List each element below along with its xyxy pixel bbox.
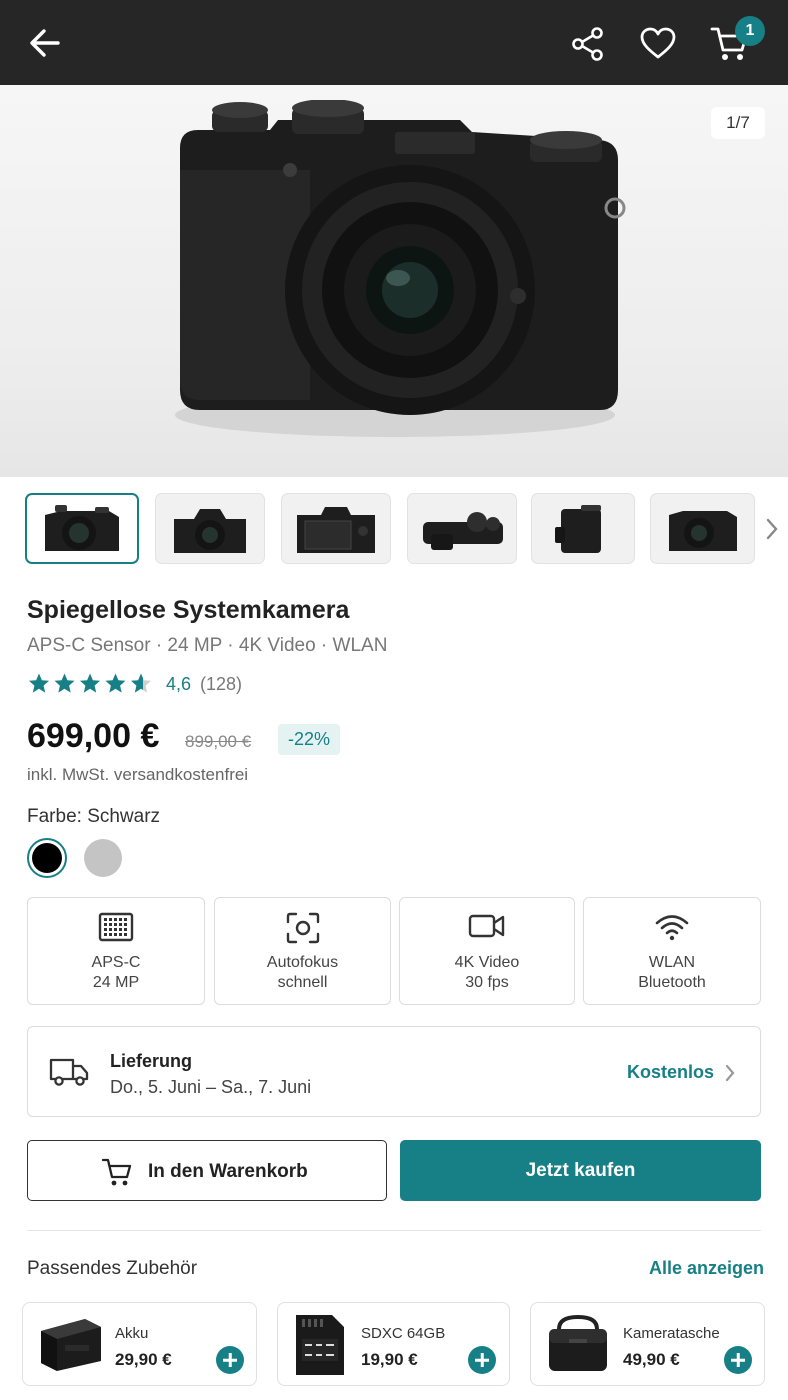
battery-image xyxy=(41,1319,101,1371)
camera-thumbnail-icon xyxy=(668,510,737,551)
autofocus-icon xyxy=(286,912,319,944)
top-bar: 1 xyxy=(0,0,788,85)
feature-video: 4K Video 30 fps xyxy=(399,897,575,1005)
current-price: 699,00 € xyxy=(27,717,160,755)
camera-bag-image xyxy=(549,1314,607,1371)
delivery-info[interactable]: Lieferung Do., 5. Juni – Sa., 7. Juni Ko… xyxy=(27,1026,761,1117)
feature-label: Autofokus xyxy=(266,954,339,971)
color-label: Farbe: Schwarz xyxy=(27,806,161,827)
add-accessory-button[interactable] xyxy=(216,1346,244,1374)
delivery-price: Kostenlos xyxy=(626,1062,714,1082)
accessory-price: 19,90 € xyxy=(361,1350,418,1369)
shopping-cart-icon xyxy=(101,1158,132,1186)
camera-thumbnail-icon xyxy=(174,508,246,553)
feature-sublabel: Bluetooth xyxy=(638,974,706,991)
sd-card-image xyxy=(296,1315,344,1375)
buy-now-label: Jetzt kaufen xyxy=(525,1160,636,1181)
accessory-card-sd[interactable]: SDXC 64GB 19,90 € xyxy=(277,1302,510,1386)
accessories-title: Passendes Zubehör xyxy=(27,1258,198,1279)
feature-label: 4K Video xyxy=(454,954,520,971)
thumbnail-5[interactable] xyxy=(531,493,635,564)
thumbnail-6[interactable] xyxy=(650,493,755,564)
product-title: Spiegellose Systemkamera xyxy=(27,596,350,624)
image-counter: 1/7 xyxy=(711,107,765,139)
share-icon[interactable] xyxy=(570,26,606,62)
add-to-cart-label: In den Warenkorb xyxy=(148,1161,308,1182)
rating-value[interactable]: 4,6 xyxy=(166,674,191,695)
star-icon xyxy=(80,673,100,693)
color-swatch-black[interactable] xyxy=(27,838,67,878)
add-to-cart-button[interactable]: In den Warenkorb xyxy=(27,1140,387,1201)
heart-icon[interactable] xyxy=(639,26,677,60)
wifi-icon xyxy=(655,915,689,941)
star-icon xyxy=(131,673,151,693)
camera-image xyxy=(175,100,626,437)
star-icon xyxy=(29,673,49,693)
back-arrow-icon[interactable] xyxy=(28,27,62,59)
buy-now-button[interactable]: Jetzt kaufen xyxy=(400,1140,761,1201)
camera-side-thumbnail-icon xyxy=(555,504,601,553)
delivery-date: Do., 5. Juni – Sa., 7. Juni xyxy=(110,1077,312,1097)
accessory-price: 49,90 € xyxy=(623,1350,680,1369)
thumbnail-3[interactable] xyxy=(281,493,391,564)
add-accessory-button[interactable] xyxy=(724,1346,752,1374)
feature-sublabel: 24 MP xyxy=(92,974,140,991)
thumbnail-4[interactable] xyxy=(407,493,517,564)
accessory-name: Akku xyxy=(115,1325,149,1342)
color-swatch-grey[interactable] xyxy=(84,839,122,877)
feature-wireless: WLAN Bluetooth xyxy=(583,897,761,1005)
camera-back-thumbnail-icon xyxy=(297,506,375,553)
feature-sensor: APS-C 24 MP xyxy=(27,897,205,1005)
camera-thumbnail-icon xyxy=(45,504,119,551)
cart-count-badge: 1 xyxy=(735,16,765,46)
accessory-card-battery[interactable]: Akku 29,90 € xyxy=(22,1302,257,1386)
accessory-price: 29,90 € xyxy=(115,1350,172,1369)
discount-badge: -22% xyxy=(278,724,341,755)
accessory-name: SDXC 64GB xyxy=(361,1325,446,1342)
sensor-grid-icon xyxy=(98,912,134,942)
feature-sublabel: 30 fps xyxy=(465,974,509,991)
feature-label: APS-C xyxy=(91,954,141,971)
view-all-link[interactable]: Alle anzeigen xyxy=(649,1258,764,1279)
thumbnail-1[interactable] xyxy=(25,493,139,564)
tax-note: inkl. MwSt. versandkostenfrei xyxy=(27,765,249,784)
accessory-card-bag[interactable]: Kameratasche 49,90 € xyxy=(530,1302,765,1386)
star-rating xyxy=(29,673,151,693)
feature-sublabel: schnell xyxy=(277,974,328,991)
review-count[interactable]: (128) xyxy=(200,674,242,695)
old-price: 899,00 € xyxy=(185,732,252,751)
divider xyxy=(27,1230,761,1231)
product-hero-image[interactable]: 1/7 xyxy=(0,85,788,477)
video-camera-icon xyxy=(468,914,505,938)
star-icon xyxy=(105,673,126,693)
chevron-right-icon[interactable] xyxy=(764,517,780,541)
chevron-right-icon xyxy=(725,1064,735,1082)
star-icon xyxy=(54,673,75,693)
delivery-truck-icon xyxy=(49,1058,89,1086)
add-accessory-button[interactable] xyxy=(468,1346,496,1374)
delivery-title: Lieferung xyxy=(110,1051,193,1071)
product-subtitle: APS-C Sensor · 24 MP · 4K Video · WLAN xyxy=(27,635,388,656)
thumbnail-2[interactable] xyxy=(155,493,265,564)
feature-label: WLAN xyxy=(648,954,696,971)
accessory-name: Kameratasche xyxy=(623,1325,720,1342)
camera-top-thumbnail-icon xyxy=(423,511,503,550)
feature-autofocus: Autofokus schnell xyxy=(214,897,391,1005)
